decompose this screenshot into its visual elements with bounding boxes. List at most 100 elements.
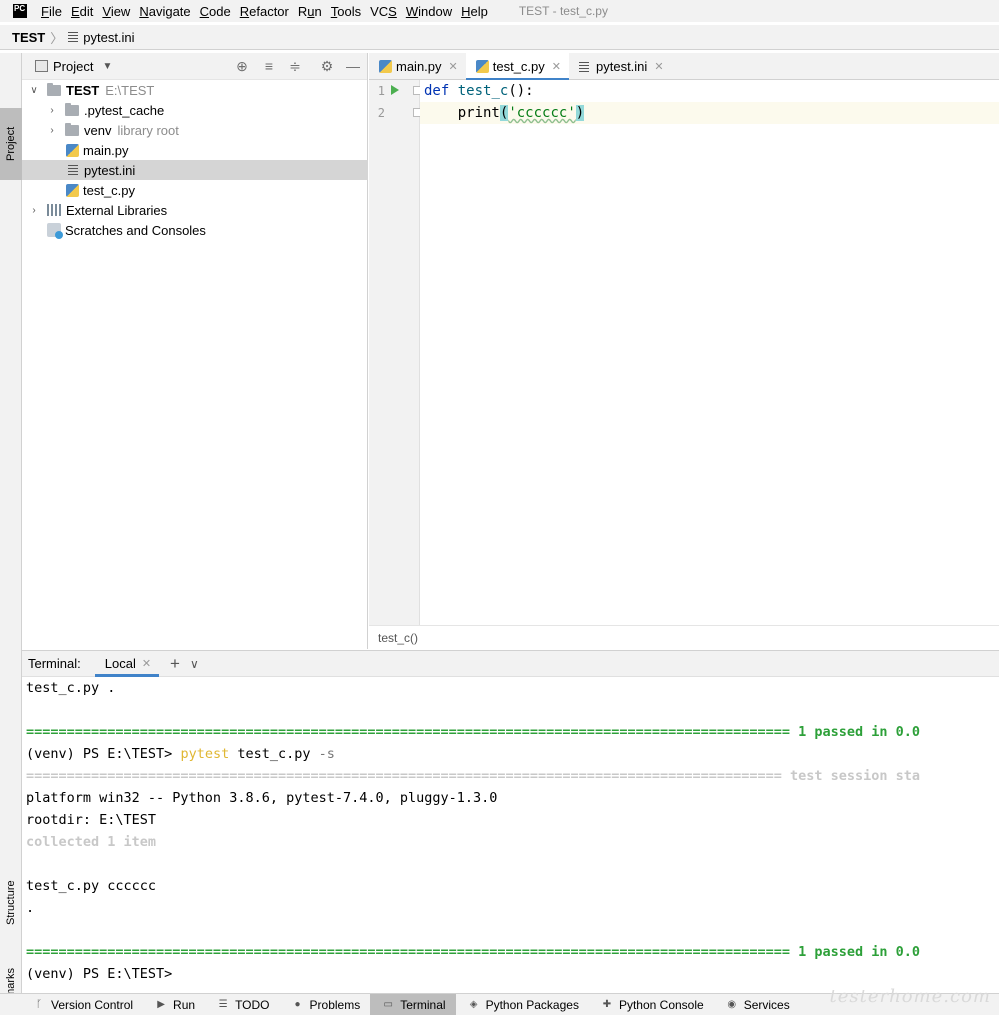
tree-item-pytest-cache[interactable]: › .pytest_cache: [22, 100, 368, 120]
tree-item-label: TEST: [66, 82, 100, 98]
tool-version-control[interactable]: ᚴ Version Control: [0, 994, 143, 1015]
ini-file-icon: [579, 61, 589, 72]
tool-services[interactable]: ◉ Services: [714, 994, 800, 1015]
tab-main-py[interactable]: main.py ✕: [369, 53, 466, 80]
tab-terminal-local[interactable]: Local ✕: [94, 650, 160, 677]
terminal-line: collected 1 item: [26, 834, 157, 850]
terminal-prompt: (venv) PS E:\TEST>: [26, 966, 173, 982]
tab-label: Local: [104, 656, 136, 671]
breadcrumb-root[interactable]: TEST: [12, 30, 45, 45]
chevron-right-icon[interactable]: ›: [28, 205, 40, 216]
project-view-title[interactable]: Project: [53, 59, 93, 74]
tree-item-venv[interactable]: › venv library root: [22, 120, 368, 140]
tool-python-packages[interactable]: ◈ Python Packages: [456, 994, 589, 1015]
menu-help[interactable]: Help: [461, 4, 488, 19]
terminal-header: Terminal: Local ✕ + ∨: [22, 650, 999, 677]
tool-problems[interactable]: ● Problems: [280, 994, 371, 1015]
packages-icon: ◈: [469, 998, 478, 1010]
breadcrumb-file[interactable]: pytest.ini: [83, 30, 134, 45]
terminal-line: ========================================…: [26, 944, 921, 960]
menu-vcs[interactable]: VCS: [370, 4, 397, 19]
terminal-output[interactable]: test_c.py . ============================…: [22, 677, 999, 992]
menu-code[interactable]: Code: [200, 4, 231, 19]
tree-item-test-c-py[interactable]: test_c.py: [22, 180, 368, 200]
tab-pytest-ini[interactable]: pytest.ini ✕: [569, 53, 672, 80]
menu-run[interactable]: Run: [298, 4, 322, 19]
library-icon: [47, 204, 61, 216]
tool-python-console[interactable]: ✚ Python Console: [589, 994, 714, 1015]
tree-item-external-libraries[interactable]: › External Libraries: [22, 200, 368, 220]
chevron-right-icon[interactable]: ›: [46, 105, 58, 116]
tree-item-label: test_c.py: [83, 182, 136, 198]
tool-todo[interactable]: ☰ TODO: [205, 994, 279, 1015]
gear-icon[interactable]: ⚙: [319, 58, 335, 74]
terminal-line: ========================================…: [26, 768, 921, 784]
python-file-icon: [66, 143, 79, 157]
tab-label: pytest.ini: [596, 59, 648, 74]
tree-item-label: venv: [84, 122, 112, 138]
expand-all-icon[interactable]: ≡: [261, 58, 277, 74]
collapse-all-icon[interactable]: ≑: [287, 58, 303, 74]
menu-refactor[interactable]: Refactor: [240, 4, 289, 19]
add-tab-icon[interactable]: +: [170, 654, 180, 674]
terminal-line: .: [26, 900, 35, 916]
project-panel: Project ▼ ⊕ ≡ ≑ ⚙ — ∨ TEST E:\TEST › .py…: [22, 53, 368, 649]
tool-terminal[interactable]: ▭ Terminal: [370, 993, 456, 1015]
tree-item-scratches[interactable]: Scratches and Consoles: [22, 220, 368, 240]
scratches-icon: [47, 223, 63, 239]
project-view-icon: [35, 60, 48, 72]
watermark: testerhome.com: [829, 986, 991, 1007]
tree-item-label: pytest.ini: [84, 162, 136, 178]
tree-item-label: .pytest_cache: [84, 102, 165, 118]
menu-tools[interactable]: Tools: [331, 4, 361, 19]
folder-icon: [65, 102, 79, 116]
tree-item-label: External Libraries: [66, 202, 168, 218]
terminal-line: rootdir: E:\TEST: [26, 812, 157, 828]
tree-item-test-root[interactable]: ∨ TEST E:\TEST: [22, 80, 368, 100]
tree-item-pytest-ini[interactable]: pytest.ini: [22, 160, 368, 180]
breadcrumb-separator-icon: 〉: [50, 30, 64, 46]
code-line-2: print('cccccc'): [457, 105, 585, 121]
tab-test-c-py[interactable]: test_c.py ✕: [465, 53, 570, 81]
python-file-icon: [379, 60, 392, 73]
pycharm-logo: PC: [13, 4, 27, 18]
tool-tab-structure[interactable]: Structure: [0, 868, 22, 938]
project-panel-header: Project ▼ ⊕ ≡ ≑ ⚙ —: [22, 53, 367, 80]
close-icon[interactable]: ✕: [552, 60, 561, 73]
tool-tab-project[interactable]: Project: [0, 108, 22, 180]
chevron-down-icon[interactable]: ∨: [190, 657, 199, 671]
code-editor[interactable]: def test_c(): print('cccccc'): [420, 80, 999, 625]
close-icon[interactable]: ✕: [449, 60, 458, 73]
tree-item-path: E:\TEST: [105, 82, 155, 98]
tree-item-label: Scratches and Consoles: [65, 222, 206, 238]
menu-bar: PC File Edit View Navigate Code Refactor…: [0, 0, 999, 22]
ini-file-icon: [68, 32, 79, 42]
terminal-line: test_c.py .: [26, 680, 116, 696]
run-test-icon[interactable]: [391, 85, 399, 95]
list-icon: ☰: [218, 998, 228, 1010]
folder-icon: [47, 82, 61, 96]
menu-view[interactable]: View: [102, 4, 130, 19]
hide-icon[interactable]: —: [345, 58, 361, 74]
chevron-down-icon[interactable]: ▼: [102, 61, 112, 72]
menu-file[interactable]: File: [41, 4, 62, 19]
python-file-icon: [66, 183, 79, 197]
ini-file-icon: [68, 165, 78, 175]
editor-breadcrumb[interactable]: test_c(): [369, 625, 999, 649]
close-icon[interactable]: ✕: [142, 657, 151, 670]
left-tool-strip: Project Structure Bookmarks: [0, 53, 22, 1015]
menu-edit[interactable]: Edit: [71, 4, 93, 19]
folder-icon: [65, 122, 79, 136]
chevron-down-icon[interactable]: ∨: [28, 85, 40, 96]
editor-tab-bar: main.py ✕ test_c.py ✕ pytest.ini ✕: [369, 53, 999, 81]
tree-item-note: library root: [117, 122, 179, 138]
close-icon[interactable]: ✕: [654, 60, 663, 73]
locate-icon[interactable]: ⊕: [234, 58, 250, 74]
chevron-right-icon[interactable]: ›: [46, 125, 58, 136]
tree-item-main-py[interactable]: main.py: [22, 140, 368, 160]
menu-navigate[interactable]: Navigate: [139, 4, 190, 19]
line-number: 2: [377, 106, 385, 120]
services-icon: ◉: [727, 998, 737, 1010]
tool-run[interactable]: ▶ Run: [143, 994, 205, 1015]
menu-window[interactable]: Window: [406, 4, 452, 19]
